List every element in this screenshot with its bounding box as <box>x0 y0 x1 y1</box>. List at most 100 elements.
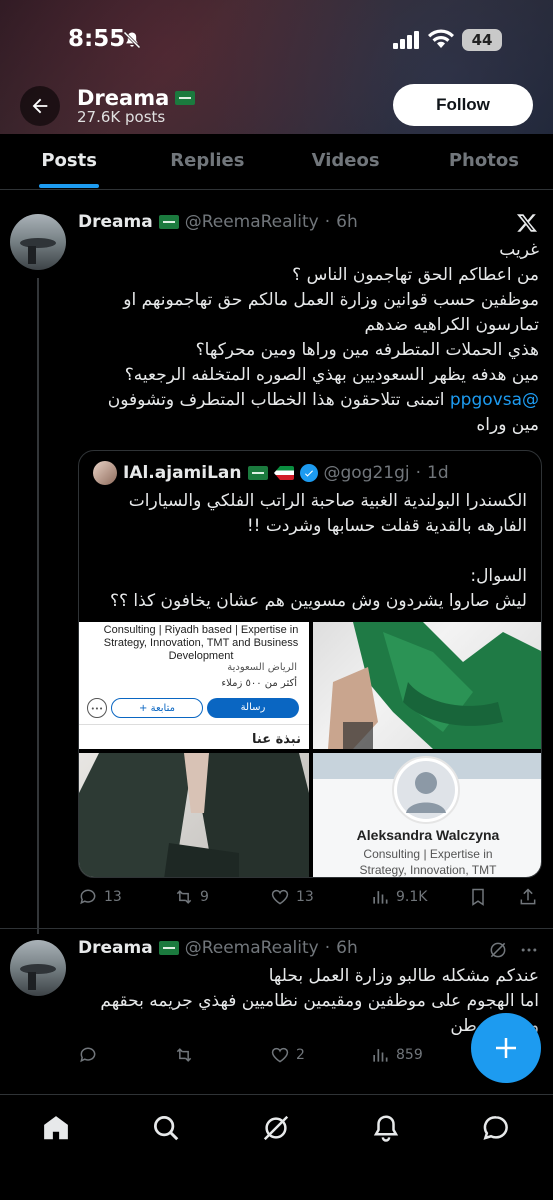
like-count: 2 <box>296 1047 305 1063</box>
divider <box>0 928 553 929</box>
quote-text: الكسندرا البولندية الغبية صاحبة الراتب ا… <box>110 489 527 614</box>
profile-name: Dreama <box>77 86 196 110</box>
saudi-flag-icon <box>158 941 179 955</box>
repost-button[interactable] <box>174 1045 194 1065</box>
tab-replies[interactable]: Replies <box>138 134 276 189</box>
tweet-text: عندكم مشكله طالبو وزارة العمل بحلها اما … <box>100 964 539 1039</box>
cellular-signal-icon <box>393 31 419 49</box>
quote-line: السوال: <box>470 566 527 586</box>
media-image-3[interactable] <box>79 753 309 877</box>
quote-header: IAl.ajamiLan @gog21gj · 1d <box>93 461 449 485</box>
quote-avatar <box>93 461 117 485</box>
tweet-line: تمارسون الكراهيه ضدهم <box>364 315 539 335</box>
bottom-navigation <box>0 1094 553 1200</box>
tweet-line: مين هدفه يظهر السعوديين بهذي الصوره المت… <box>124 365 539 385</box>
separator-dot: · <box>415 463 422 483</box>
saudi-flag-icon <box>175 91 196 105</box>
notifications-bell-icon[interactable] <box>371 1113 401 1143</box>
linkedin-connections: أكثر من ٥٠٠ زملاء <box>221 678 297 689</box>
share-button[interactable] <box>518 887 538 907</box>
linkedin-message-button: رسالة <box>207 698 299 718</box>
back-button[interactable] <box>20 86 60 126</box>
repost-button[interactable]: 9 <box>174 887 209 907</box>
author-handle[interactable]: @ReemaReality <box>185 212 319 232</box>
media-image-1[interactable]: Consulting | Riyadh based | Expertise in… <box>79 622 309 749</box>
divider <box>79 724 309 725</box>
reply-button[interactable] <box>78 1045 98 1065</box>
more-options-icon[interactable] <box>518 940 540 960</box>
tweet-line: مين وراه <box>476 415 539 435</box>
messages-icon[interactable] <box>481 1113 511 1143</box>
views-button[interactable]: 859 <box>370 1045 423 1065</box>
tweet-actions: 13 9 13 9.1K <box>78 887 540 911</box>
tweet-text: غريب من اعطاكم الحق تهاجمون الناس ؟ موظف… <box>108 238 539 438</box>
linkedin-card-name: Aleksandra Walczyna <box>356 827 500 843</box>
tab-posts[interactable]: Posts <box>0 134 138 189</box>
arrow-left-icon <box>32 98 48 114</box>
views-button[interactable]: 9.1K <box>370 887 427 907</box>
tweet-line: عندكم مشكله طالبو وزارة العمل بحلها <box>268 966 539 986</box>
post-count: 27.6K posts <box>77 108 166 126</box>
quote-author-name: IAl.ajamiLan <box>123 463 242 483</box>
linkedin-location: الرياض السعودية <box>227 662 297 673</box>
author-handle[interactable]: @ReemaReality <box>185 938 319 958</box>
mention-link[interactable]: @ppgovsa <box>450 390 539 410</box>
bar-chart-icon <box>373 891 388 904</box>
grok-icon[interactable] <box>488 940 508 960</box>
heart-icon <box>271 1047 289 1063</box>
profile-name-text: Dreama <box>77 86 170 110</box>
like-button[interactable]: 2 <box>270 1045 305 1065</box>
author-name[interactable]: Dreama <box>78 938 153 958</box>
grok-icon[interactable] <box>261 1113 291 1143</box>
saudi-flag-icon <box>247 466 268 480</box>
quote-time: 1d <box>427 463 449 483</box>
share-icon <box>520 888 536 905</box>
bookmark-icon <box>472 888 484 906</box>
bell-off-icon <box>123 31 141 49</box>
repost-icon <box>176 890 192 904</box>
tweet-line: اما الهجوم على موظفين ومقيمين نظاميين فه… <box>100 991 539 1011</box>
avatar[interactable] <box>10 214 66 270</box>
thread-line <box>37 278 39 934</box>
verified-badge-icon <box>299 464 318 482</box>
home-icon[interactable] <box>41 1113 71 1143</box>
tab-photos[interactable]: Photos <box>415 134 553 189</box>
linkedin-follow-button: + متابعة <box>111 698 203 718</box>
quote-line: الفارهه بالقدية قفلت حسابها وشردت !! <box>246 516 527 536</box>
tweet-line-with-mention: @ppgovsa اتمنى تتلاحقون هذا الخطاب المتط… <box>108 388 539 413</box>
battery-indicator: 44 <box>462 29 502 51</box>
tweet-time: 6h <box>336 938 358 958</box>
green-dress-photo <box>328 622 541 749</box>
media-image-4[interactable]: Aleksandra Walczyna Consulting | Experti… <box>313 753 541 877</box>
kuwait-flag-icon <box>273 466 294 480</box>
quote-line <box>110 539 527 564</box>
view-count: 859 <box>396 1047 423 1063</box>
tweet-line: من اعطاكم الحق تهاجمون الناس ؟ <box>292 265 539 285</box>
profile-header-banner: 8:55 44 Dreama 27.6K posts Follow <box>0 0 553 134</box>
compose-button[interactable] <box>471 1013 541 1083</box>
plus-icon <box>496 1038 516 1058</box>
tweet-header: Dreama @ReemaReality · 6h <box>78 938 358 958</box>
tweet-time: 6h <box>336 212 358 232</box>
wifi-icon <box>428 29 454 48</box>
like-button[interactable]: 13 <box>270 887 314 907</box>
tweet-line: موظفين حسب قوانين وزارة العمل مالكم حق ت… <box>123 290 539 310</box>
search-icon[interactable] <box>151 1113 181 1143</box>
reply-count: 13 <box>104 889 122 905</box>
tab-videos[interactable]: Videos <box>277 134 415 189</box>
view-count: 9.1K <box>396 889 428 905</box>
media-image-2[interactable] <box>313 622 541 749</box>
reply-icon <box>80 889 96 905</box>
quoted-tweet[interactable]: IAl.ajamiLan @gog21gj · 1d الكسندرا البو… <box>78 450 542 878</box>
like-count: 13 <box>296 889 314 905</box>
quote-line: ليش صاروا يشردون وش مسويين هم عشان يخافو… <box>109 591 527 611</box>
follow-button[interactable]: Follow <box>393 84 533 126</box>
bookmark-button[interactable] <box>468 887 488 907</box>
saudi-flag-icon <box>158 215 179 229</box>
linkedin-card-sub-1: Consulting | Expertise in <box>363 847 493 861</box>
reply-button[interactable]: 13 <box>78 887 122 907</box>
blazer-photo <box>79 753 309 877</box>
linkedin-section-title: نبذة عنا <box>252 732 301 747</box>
avatar[interactable] <box>10 940 66 996</box>
author-name[interactable]: Dreama <box>78 212 153 232</box>
